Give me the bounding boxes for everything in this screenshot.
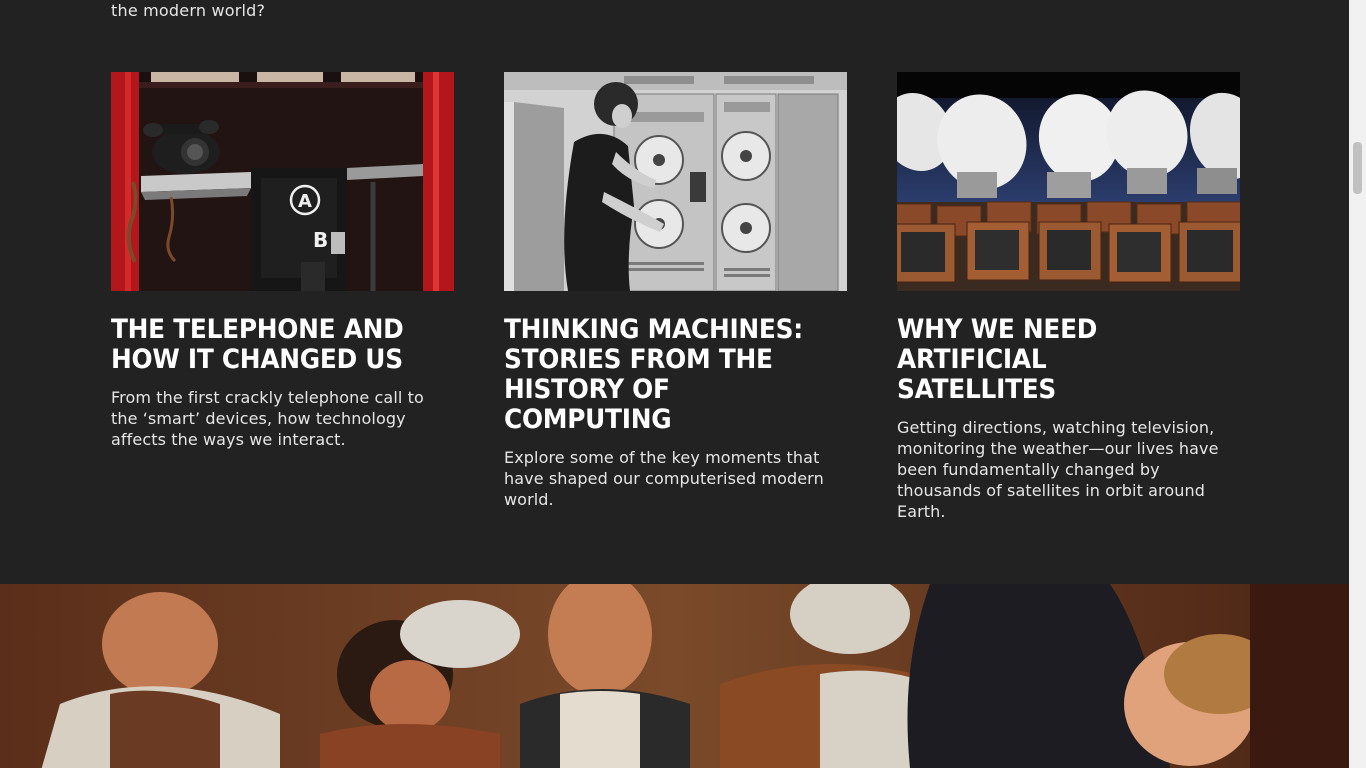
telephone-box-image: A B — [111, 72, 454, 291]
card-description: Getting directions, watching television,… — [897, 418, 1219, 521]
painting-image — [0, 584, 1349, 768]
intro-text: the modern world? — [111, 1, 266, 20]
svg-text:B: B — [313, 228, 328, 252]
card-image-satellites[interactable] — [897, 72, 1240, 291]
tape-computer-image — [504, 72, 847, 291]
article-card-computing[interactable]: THINKING MACHINES: STORIES FROM THE HIST… — [504, 72, 847, 510]
card-description: From the first crackly telephone call to… — [111, 388, 424, 449]
scrollbar-thumb[interactable] — [1353, 142, 1362, 194]
card-image-telephone[interactable]: A B — [111, 72, 454, 291]
page: the modern world? A B THE TELEPHONE AND … — [0, 0, 1349, 768]
satellite-dishes-image — [897, 72, 1240, 291]
article-card-satellites[interactable]: WHY WE NEED ARTIFICIAL SATELLITES Gettin… — [897, 72, 1240, 522]
banner-painting — [0, 584, 1349, 768]
card-title[interactable]: THE TELEPHONE AND HOW IT CHANGED US — [111, 315, 427, 375]
card-title[interactable]: THINKING MACHINES: STORIES FROM THE HIST… — [504, 315, 820, 435]
vertical-scrollbar[interactable] — [1349, 0, 1366, 768]
svg-text:A: A — [298, 191, 312, 212]
article-card-telephone[interactable]: A B THE TELEPHONE AND HOW IT CHANGED US … — [111, 72, 454, 450]
card-title[interactable]: WHY WE NEED ARTIFICIAL SATELLITES — [897, 315, 1213, 405]
card-description: Explore some of the key moments that hav… — [504, 448, 824, 509]
card-image-computing[interactable] — [504, 72, 847, 291]
